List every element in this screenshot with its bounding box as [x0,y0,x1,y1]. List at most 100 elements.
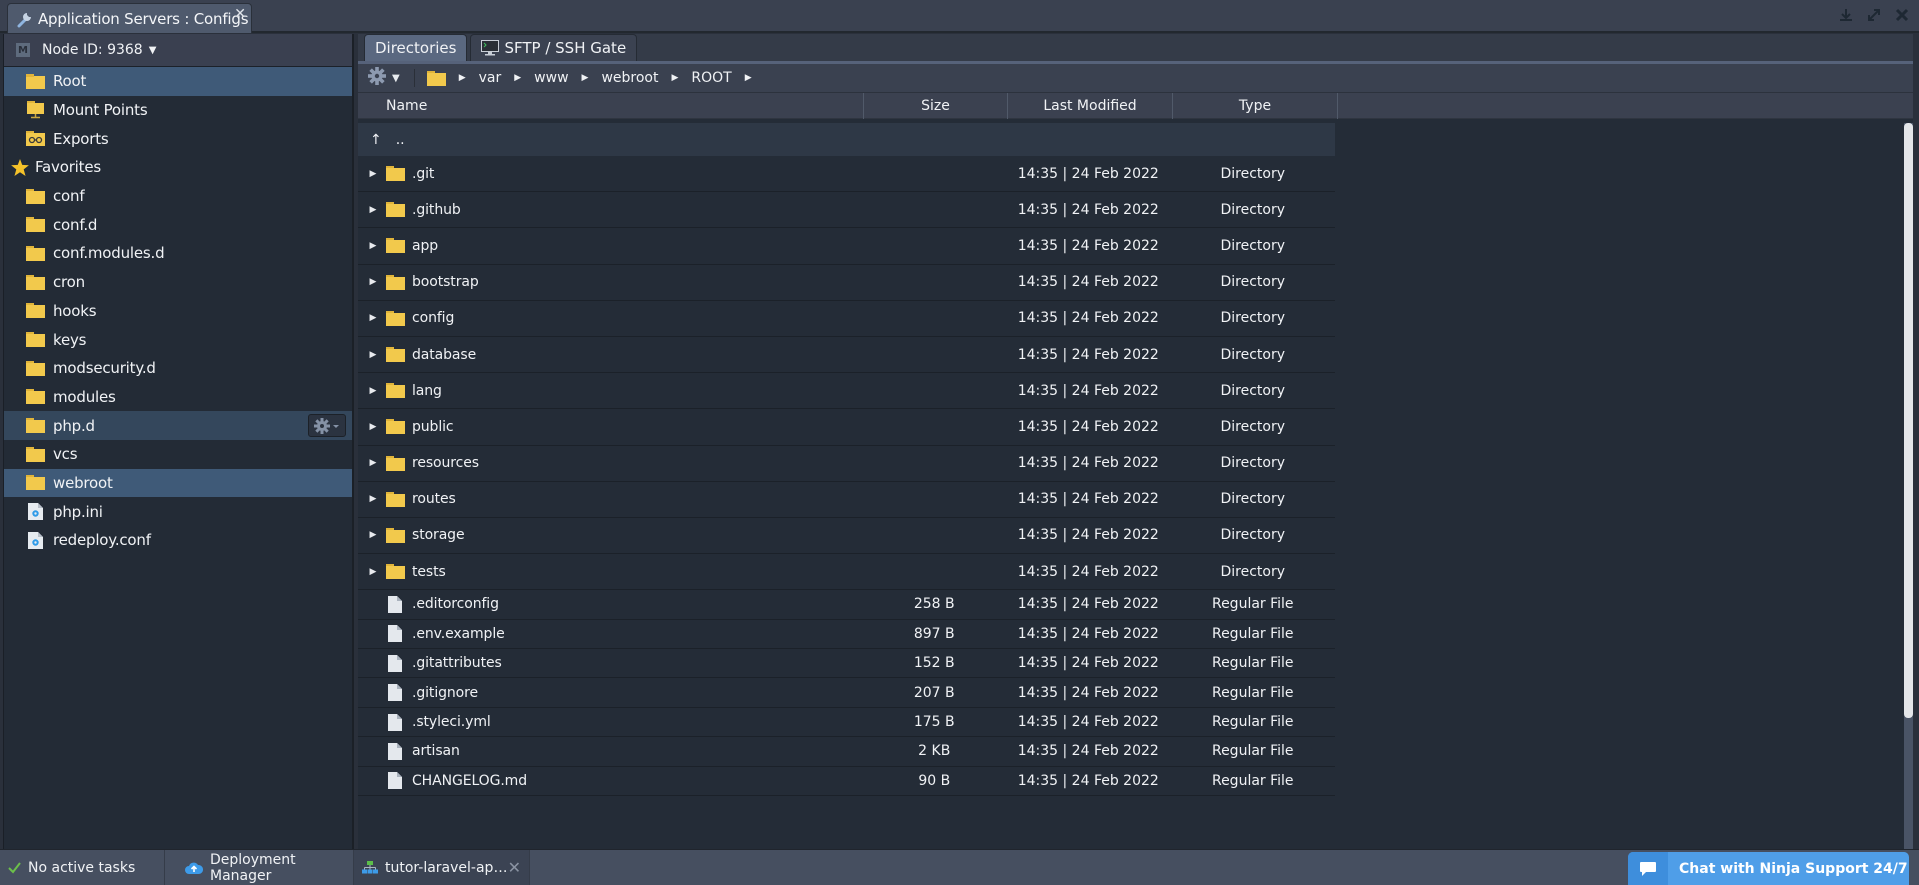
sidebar-section-favorites[interactable]: Favorites [4,153,352,182]
breadcrumb-item[interactable]: www [530,70,572,86]
node-selector[interactable]: M Node ID: 9368 ▼ [4,34,352,67]
expand-arrow-icon[interactable]: ▶ [367,458,379,468]
breadcrumb-separator-icon: ▶ [671,73,679,83]
directory-row[interactable]: ▶ public 14:35 | 24 Feb 2022 Directory [358,409,1335,446]
sidebar-item-cron[interactable]: cron [4,268,352,297]
directory-row[interactable]: ▶ bootstrap 14:35 | 24 Feb 2022 Directory [358,265,1335,301]
sidebar-item-webroot[interactable]: webroot [4,468,352,498]
type-cell: Directory [1220,563,1286,580]
star-icon [10,158,29,176]
name-cell: ▶.editorconfig [358,595,862,613]
sidebar-item-redeploy-conf[interactable]: redeploy.conf [4,526,352,555]
deployment-manager-button[interactable]: Deployment Manager [165,849,354,885]
folder-icon [26,303,45,319]
folder-icon [26,475,45,491]
folder-icon [385,237,405,254]
expand-arrow-icon[interactable]: ▶ [367,530,379,540]
file-icon [385,625,405,643]
sidebar-item-hooks[interactable]: hooks [4,297,352,326]
directory-row[interactable]: ▶ lang 14:35 | 24 Feb 2022 Directory [358,373,1335,410]
directory-row[interactable]: ▶ routes 14:35 | 24 Feb 2022 Directory [358,482,1335,518]
chat-support-button[interactable]: Chat with Ninja Support 24/7 [1628,852,1909,885]
file-row[interactable]: ▶CHANGELOG.md 90 B 14:35 | 24 Feb 2022 Regu… [358,767,1335,796]
column-header-size[interactable]: Size [864,93,1008,119]
sidebar-item-modsecurity-d[interactable]: modsecurity.d [4,354,352,383]
settings-menu-button[interactable]: ▼ [368,67,400,89]
close-icon[interactable]: ✕ [508,858,521,877]
tab-sftp-ssh-gate[interactable]: SFTP / SSH Gate [470,34,638,61]
name-cell: ▶ public [358,418,862,435]
sidebar-item-keys[interactable]: keys [4,325,352,354]
sidebar-item-conf-modules-d[interactable]: conf.modules.d [4,239,352,268]
folder-icon [26,446,45,462]
modified-cell: 14:35 | 24 Feb 2022 [1017,563,1159,580]
file-row[interactable]: ▶.editorconfig 258 B 14:35 | 24 Feb 2022 Re… [358,590,1335,620]
folder-icon [26,217,45,233]
file-row[interactable]: ▶artisan 2 KB 14:35 | 24 Feb 2022 Regular F… [358,737,1335,767]
sidebar-item-php-ini[interactable]: php.ini [4,497,352,526]
sidebar-item-conf-d[interactable]: conf.d [4,210,352,239]
scrollbar-thumb[interactable] [1904,123,1913,719]
directory-row[interactable]: ▶ .github 14:35 | 24 Feb 2022 Directory [358,192,1335,229]
file-name: .gitignore [412,684,478,701]
directory-row[interactable]: ▶ app 14:35 | 24 Feb 2022 Directory [358,228,1335,265]
type-cell: Regular File [1211,743,1294,760]
expand-icon[interactable] [1865,5,1883,25]
close-window-icon[interactable] [1893,5,1911,25]
file-name: .editorconfig [412,596,499,613]
column-header-type[interactable]: Type [1173,93,1338,119]
expand-arrow-icon[interactable]: ▶ [367,313,379,323]
expand-arrow-icon[interactable]: ▶ [367,422,379,432]
vertical-scrollbar[interactable] [1904,123,1913,849]
expand-arrow-icon[interactable]: ▶ [367,386,379,396]
expand-arrow-icon[interactable]: ▶ [367,567,379,577]
breadcrumb-root-folder-icon[interactable] [426,70,446,86]
sidebar-item-exports[interactable]: Exports [4,124,352,153]
breadcrumb-separator-icon[interactable]: ▶ [736,73,761,83]
size-cell: 897 B [913,625,955,642]
sidebar-item-mount-points[interactable]: Mount Points [4,96,352,125]
sidebar-item-root[interactable]: Root [4,67,352,96]
file-row[interactable]: ▶.gitattributes 152 B 14:35 | 24 Feb 2022 R… [358,649,1335,679]
tasks-status[interactable]: No active tasks [0,849,165,885]
directory-row[interactable]: ▶ .git 14:35 | 24 Feb 2022 Directory [358,156,1335,193]
close-tab-icon[interactable]: ✕ [234,6,246,22]
sidebar-item-php-d[interactable]: php.d [4,411,352,440]
expand-arrow-icon[interactable]: ▶ [367,494,379,504]
window-tab-bar: Application Servers : Configs ✕ [0,0,1919,33]
parent-directory-row[interactable]: ↑ .. [358,123,1335,156]
directory-row[interactable]: ▶ resources 14:35 | 24 Feb 2022 Directory [358,446,1335,482]
breadcrumb-item[interactable]: var [475,70,506,86]
folder-icon [26,188,45,204]
expand-arrow-icon[interactable]: ▶ [367,277,379,287]
environment-tab[interactable]: tutor-laravel-ap… ✕ [354,849,530,885]
sidebar-item-conf[interactable]: conf [4,182,352,211]
expand-arrow-icon[interactable]: ▶ [367,350,379,360]
expand-arrow-icon[interactable]: ▶ [367,241,379,251]
tab-directories[interactable]: Directories [364,34,468,61]
file-row[interactable]: ▶.gitignore 207 B 14:35 | 24 Feb 2022 Regul… [358,678,1335,708]
wrench-icon [14,8,36,30]
column-header-last-modified[interactable]: Last Modified [1008,93,1173,119]
file-row[interactable]: ▶.env.example 897 B 14:35 | 24 Feb 2022 Reg… [358,620,1335,650]
type-cell: Directory [1220,455,1286,472]
directory-row[interactable]: ▶ config 14:35 | 24 Feb 2022 Directory [358,301,1335,337]
directory-row[interactable]: ▶ tests 14:35 | 24 Feb 2022 Directory [358,554,1335,591]
column-header-name[interactable]: Name [358,93,864,119]
name-cell: ▶.gitignore [358,684,862,702]
item-settings-button[interactable] [308,414,346,438]
name-cell: ▶ routes [358,491,862,508]
expand-arrow-icon[interactable]: ▶ [367,169,379,179]
download-icon[interactable] [1837,5,1855,25]
directory-row[interactable]: ▶ storage 14:35 | 24 Feb 2022 Directory [358,518,1335,555]
window-tab[interactable]: Application Servers : Configs ✕ [7,3,252,33]
name-cell: ▶ storage [358,527,862,544]
directory-row[interactable]: ▶ database 14:35 | 24 Feb 2022 Directory [358,337,1335,374]
type-cell: Directory [1220,165,1286,182]
breadcrumb-item[interactable]: webroot [597,70,662,86]
expand-arrow-icon[interactable]: ▶ [367,205,379,215]
breadcrumb-item[interactable]: ROOT [687,70,735,86]
file-row[interactable]: ▶.styleci.yml 175 B 14:35 | 24 Feb 2022 Reg… [358,708,1335,738]
sidebar-item-vcs[interactable]: vcs [4,440,352,469]
sidebar-item-modules[interactable]: modules [4,383,352,412]
